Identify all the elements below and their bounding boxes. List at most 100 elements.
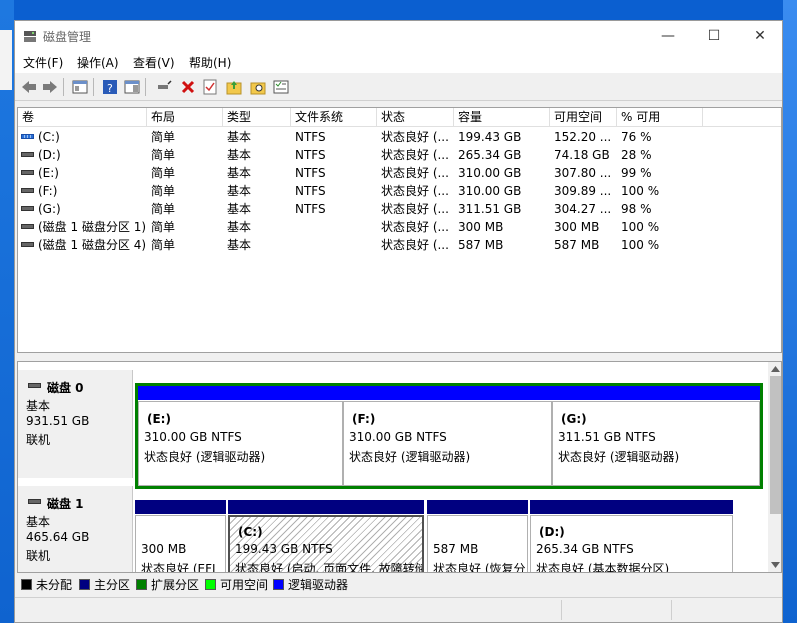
- table-row[interactable]: (D:) 简单 基本 NTFS 状态良好 (... 265.34 GB 74.18 GB 28…: [18, 146, 781, 164]
- menu-bar: 文件(F) 操作(A) 查看(V) 帮助(H): [15, 51, 782, 73]
- legend-swatch: [21, 579, 32, 590]
- disk-1-type: 基本: [26, 515, 51, 529]
- volume-status: 状态良好 (...: [381, 184, 449, 198]
- disk-0-type: 基本: [26, 399, 51, 413]
- volume-capacity: 310.00 GB: [458, 166, 522, 180]
- column-header-filesystem[interactable]: 文件系统: [291, 108, 377, 127]
- volume-status: 状态良好 (...: [381, 130, 449, 144]
- menu-action[interactable]: 操作(A): [77, 54, 119, 71]
- partition-size: 265.34 GB NTFS: [536, 542, 634, 556]
- disk-icon: [28, 499, 41, 504]
- desktop-left-edge: [0, 0, 14, 623]
- pane-splitter[interactable]: [15, 353, 782, 361]
- legend-unallocated: 未分配: [21, 576, 72, 593]
- delete-icon[interactable]: [179, 78, 196, 95]
- menu-help[interactable]: 帮助(H): [189, 54, 231, 71]
- menu-view[interactable]: 查看(V): [133, 54, 175, 71]
- volume-type: 基本: [227, 202, 252, 216]
- primary-partition-bar: [530, 500, 733, 514]
- scroll-down-arrow-icon[interactable]: [771, 562, 780, 568]
- table-row[interactable]: (F:) 简单 基本 NTFS 状态良好 (... 310.00 GB 309.89 ...…: [18, 182, 781, 200]
- disk-graph-view: 磁盘 0 基本 931.51 GB 联机 (E:) 310.00 GB NTFS…: [17, 361, 782, 573]
- title-bar: 磁盘管理 — ☐ ✕: [15, 21, 782, 51]
- volume-filesystem: NTFS: [295, 130, 326, 144]
- new-folder-up-icon[interactable]: [225, 78, 242, 95]
- check-icon[interactable]: [201, 78, 218, 95]
- volume-percent-free: 98 %: [621, 202, 652, 216]
- volume-icon: [21, 134, 34, 139]
- disk-1-info[interactable]: 磁盘 1 基本 465.64 GB 联机: [18, 486, 133, 572]
- column-header-layout[interactable]: 布局: [147, 108, 223, 127]
- disk-management-app-icon: [24, 31, 36, 42]
- help-icon[interactable]: ?: [101, 78, 118, 95]
- status-separator: [671, 600, 672, 620]
- partition-e[interactable]: (E:) 310.00 GB NTFS 状态良好 (逻辑驱动器): [138, 386, 343, 486]
- volume-percent-free: 100 %: [621, 184, 660, 198]
- partition-status: 状态良好 (基本数据分区): [536, 562, 670, 573]
- volume-percent-free: 76 %: [621, 130, 652, 144]
- partition-body: (E:) 310.00 GB NTFS 状态良好 (逻辑驱动器): [138, 401, 343, 486]
- status-separator: [561, 600, 562, 620]
- volume-icon: [21, 188, 34, 193]
- partition-status: 状态良好 (逻辑驱动器): [558, 450, 680, 464]
- console-tree-icon[interactable]: [71, 78, 88, 95]
- volume-type: 基本: [227, 184, 252, 198]
- volume-filesystem: NTFS: [295, 166, 326, 180]
- column-header-volume[interactable]: 卷: [18, 108, 147, 127]
- toolbar: ?: [15, 73, 782, 101]
- partition-body: (G:) 311.51 GB NTFS 状态良好 (逻辑驱动器): [552, 401, 760, 486]
- volume-status: 状态良好 (...: [381, 202, 449, 216]
- column-header-free-space[interactable]: 可用空间: [550, 108, 617, 127]
- partition-c[interactable]: (C:) 199.43 GB NTFS 状态良好 (启动, 页面文件, 故障转储: [228, 500, 424, 572]
- disk-1-name: 磁盘 1: [47, 497, 84, 511]
- toolbar-separator: [93, 78, 94, 96]
- column-header-empty: [703, 108, 781, 127]
- disk-0-info[interactable]: 磁盘 0 基本 931.51 GB 联机: [18, 370, 133, 478]
- volume-layout: 简单: [151, 220, 176, 234]
- minimize-button[interactable]: —: [645, 21, 691, 51]
- menu-file[interactable]: 文件(F): [23, 54, 63, 71]
- partition-g[interactable]: (G:) 311.51 GB NTFS 状态良好 (逻辑驱动器): [552, 386, 760, 486]
- legend-label: 扩展分区: [151, 578, 200, 592]
- table-row[interactable]: (E:) 简单 基本 NTFS 状态良好 (... 310.00 GB 307.80 ...…: [18, 164, 781, 182]
- properties-list-icon[interactable]: [272, 78, 289, 95]
- search-folder-icon[interactable]: [249, 78, 266, 95]
- connect-icon[interactable]: [155, 78, 172, 95]
- forward-arrow-icon[interactable]: [41, 78, 58, 95]
- partition-recovery[interactable]: 587 MB 状态良好 (恢复分: [427, 500, 528, 573]
- volume-icon: [21, 170, 34, 175]
- partition-efi[interactable]: 300 MB 状态良好 (EFI: [135, 500, 226, 572]
- volume-free-space: 304.27 ...: [554, 202, 612, 216]
- partition-size: 310.00 GB NTFS: [349, 430, 447, 444]
- table-row[interactable]: (磁盘 1 磁盘分区 1) 简单 基本 状态良好 (... 300 MB 300 MB 10…: [18, 218, 781, 236]
- volume-status: 状态良好 (...: [381, 166, 449, 180]
- table-row[interactable]: (G:) 简单 基本 NTFS 状态良好 (... 311.51 GB 304.27 ...…: [18, 200, 781, 218]
- partition-size: 300 MB: [141, 542, 187, 556]
- table-row[interactable]: (磁盘 1 磁盘分区 4) 简单 基本 状态良好 (... 587 MB 587 MB 10…: [18, 236, 781, 254]
- disk-0-size: 931.51 GB: [26, 414, 90, 428]
- partition-d[interactable]: (D:) 265.34 GB NTFS 状态良好 (基本数据分区): [530, 500, 733, 573]
- volume-layout: 简单: [151, 148, 176, 162]
- column-header-status[interactable]: 状态: [377, 108, 454, 127]
- disk-1-state: 联机: [26, 549, 51, 563]
- properties-panel-icon[interactable]: [123, 78, 140, 95]
- graph-vertical-scrollbar[interactable]: [768, 362, 781, 572]
- extended-partition[interactable]: (E:) 310.00 GB NTFS 状态良好 (逻辑驱动器) (F:) 31…: [135, 383, 763, 489]
- table-row[interactable]: (C:) 简单 基本 NTFS 状态良好 (... 199.43 GB 152.20 ...…: [18, 128, 781, 146]
- volume-icon: [21, 206, 34, 211]
- back-arrow-icon[interactable]: [20, 78, 37, 95]
- maximize-button[interactable]: ☐: [691, 21, 737, 51]
- partition-f[interactable]: (F:) 310.00 GB NTFS 状态良好 (逻辑驱动器): [343, 386, 552, 486]
- close-button[interactable]: ✕: [737, 21, 783, 51]
- column-header-percent-free[interactable]: % 可用: [617, 108, 703, 127]
- column-header-capacity[interactable]: 容量: [454, 108, 550, 127]
- legend-free-space: 可用空间: [205, 576, 268, 593]
- legend-swatch: [273, 579, 284, 590]
- scroll-thumb[interactable]: [770, 376, 781, 514]
- scroll-up-arrow-icon[interactable]: [771, 366, 780, 372]
- volume-capacity: 265.34 GB: [458, 148, 522, 162]
- partition-status: 状态良好 (恢复分: [433, 562, 526, 573]
- volume-filesystem: NTFS: [295, 184, 326, 198]
- disk-icon: [28, 383, 41, 388]
- column-header-type[interactable]: 类型: [223, 108, 291, 127]
